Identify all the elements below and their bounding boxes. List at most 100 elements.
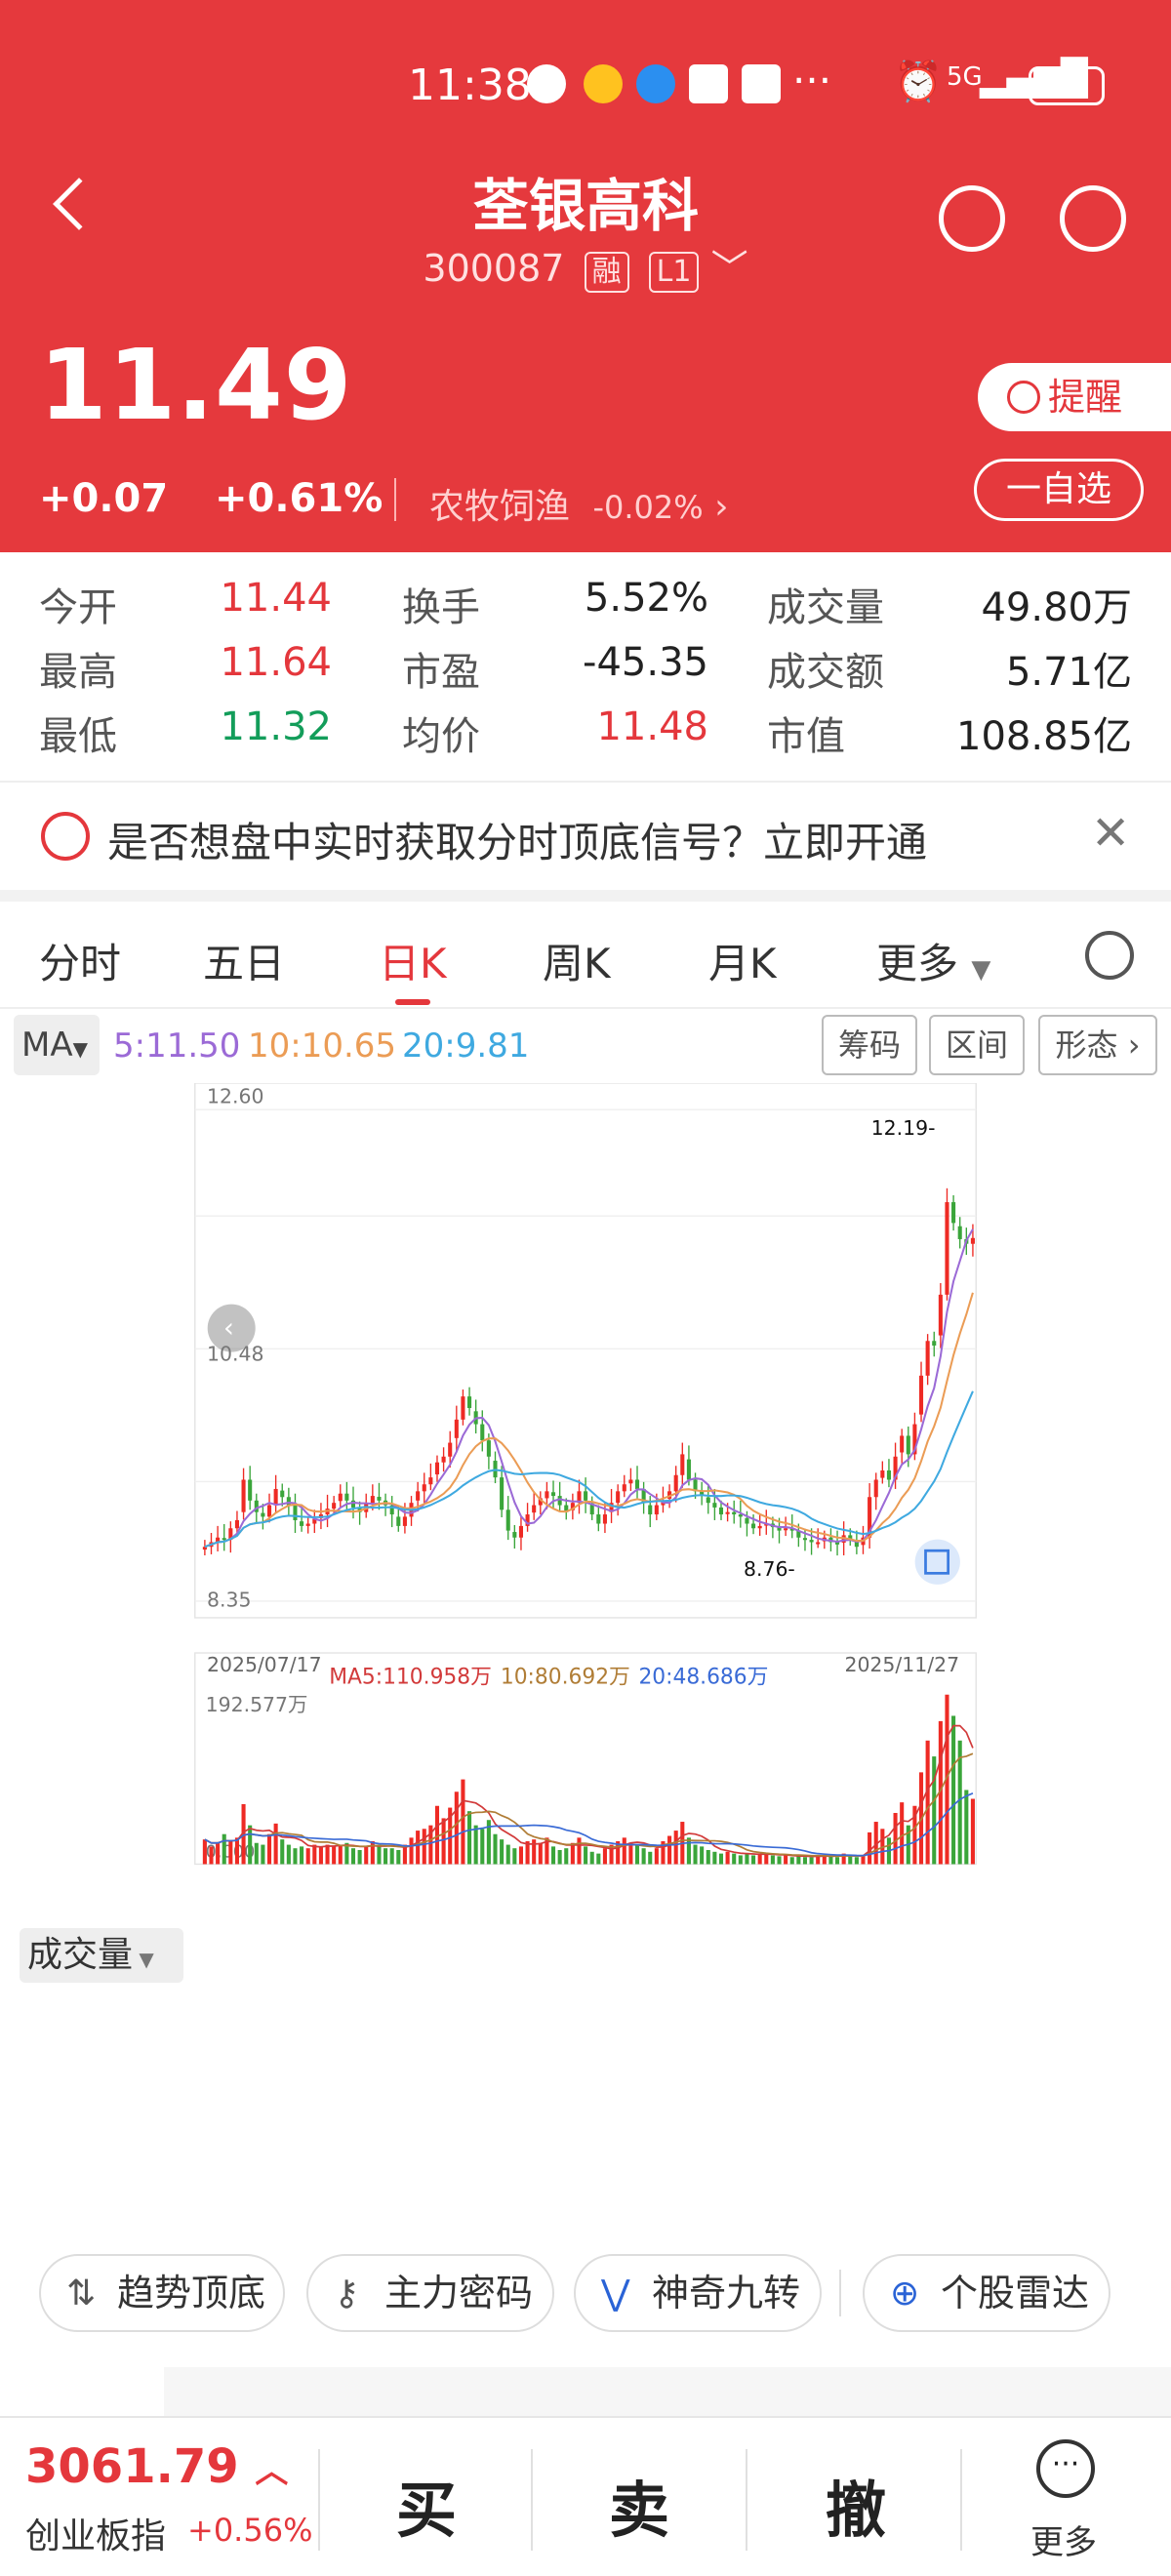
volume-bar (757, 1853, 762, 1865)
battery-icon: 76 (1029, 66, 1105, 105)
candle-body (938, 1294, 943, 1336)
candle-body (757, 1525, 762, 1529)
stat-label: 成交量 (767, 585, 884, 630)
candle-body (616, 1491, 621, 1504)
signal-banner[interactable]: 是否想盘中实时获取分时顶底信号？立即开通 ✕ (0, 781, 1171, 888)
candle-body (906, 1435, 910, 1455)
stock-radar-button[interactable]: ⊕ 个股雷达 (863, 2254, 1110, 2332)
candle-body (280, 1490, 285, 1498)
candle-body (680, 1454, 685, 1475)
volume-indicator-selector[interactable]: 成交量 ▼ (20, 1928, 183, 1983)
stock-code: 300087 (423, 247, 565, 290)
search-icon[interactable] (1060, 185, 1126, 252)
candle-body (686, 1459, 691, 1480)
refresh-icon[interactable] (939, 185, 1005, 252)
volume-bar (686, 1837, 691, 1865)
tab-five-day[interactable]: 五日 (203, 931, 285, 990)
cancel-order-button[interactable]: 撤 (826, 2461, 886, 2549)
candle-body (532, 1505, 537, 1513)
candle-body (725, 1511, 730, 1514)
more-icon[interactable]: ··· (1036, 2439, 1095, 2498)
range-button[interactable]: 区间 (929, 1015, 1025, 1075)
watchlist-button[interactable]: 一自选 (974, 459, 1144, 521)
candle-body (596, 1514, 601, 1524)
chip-distribution-button[interactable]: 筹码 (822, 1015, 917, 1075)
volume-bar (248, 1825, 253, 1865)
volume-bar (286, 1844, 291, 1865)
indicator-label: MA (21, 1026, 73, 1065)
tab-more[interactable]: 更多 ▼ (876, 931, 990, 990)
volume-bar (648, 1851, 653, 1865)
candle-body (622, 1484, 626, 1492)
volume-bar (745, 1853, 749, 1865)
section-gap (0, 890, 1171, 902)
candle-body (945, 1202, 949, 1295)
magic-nine-button[interactable]: ⋁ 神奇九转 (574, 2254, 822, 2332)
volume-bar (280, 1839, 285, 1865)
candle-body (500, 1477, 505, 1510)
chevron-right-icon: › (714, 487, 729, 527)
candle-body (918, 1375, 924, 1415)
close-icon[interactable]: ✕ (1091, 806, 1130, 861)
candle-body (602, 1514, 607, 1524)
x-axis-label: 2025/11/27 (844, 1653, 959, 1676)
tab-intraday[interactable]: 分时 (39, 931, 121, 990)
volume-bar (557, 1849, 562, 1865)
volume-bar (693, 1844, 698, 1865)
tab-monthly-k[interactable]: 月K (708, 931, 777, 990)
book-icon (742, 64, 781, 103)
remind-button[interactable]: 提醒 (978, 363, 1171, 431)
pattern-button[interactable]: 形态 › (1038, 1015, 1157, 1075)
volume-bar (777, 1856, 782, 1865)
candle-body (273, 1488, 278, 1506)
chart-settings-icon[interactable] (1085, 931, 1134, 980)
feature-divider (839, 2270, 841, 2316)
main-force-code-button[interactable]: ⚷ 主力密码 (306, 2254, 554, 2332)
up-arrow-icon: ︿ (255, 2452, 289, 2491)
candle-body (745, 1517, 749, 1524)
sector-link[interactable]: 农牧饲渔 -0.02% › (429, 478, 729, 529)
weibo-icon (584, 64, 623, 103)
stock-code-row[interactable]: 300087 融 L1 ﹀ (0, 238, 1171, 293)
candle-body (248, 1479, 253, 1501)
candle-body (370, 1496, 375, 1504)
stat-value: 108.85亿 (956, 714, 1132, 759)
tab-daily-k[interactable]: 日K (379, 931, 447, 990)
candle-body (518, 1525, 523, 1538)
stat-label: 成交额 (767, 650, 884, 695)
volume-bar (564, 1848, 569, 1865)
buy-button[interactable]: 买 (396, 2461, 457, 2549)
volume-bar (584, 1846, 588, 1865)
candle-body (900, 1435, 905, 1453)
volume-bar (234, 1837, 239, 1865)
volume-bar (318, 1846, 323, 1865)
volume-bar (202, 1839, 207, 1865)
volume-bar (802, 1857, 808, 1865)
volume-bar (725, 1851, 730, 1865)
ma10-line (204, 1292, 974, 1549)
stat-value: -45.35 (583, 640, 708, 685)
kline-chart[interactable]: 12.6010.488.3512.19-8.76-‹2025/07/17 2025… (0, 1083, 1171, 1873)
candle-body (648, 1505, 653, 1515)
stat-value: 11.32 (220, 704, 332, 749)
tab-weekly-k[interactable]: 周K (543, 931, 611, 990)
candle-body (873, 1479, 878, 1498)
candle-body (932, 1341, 937, 1347)
trend-top-bottom-button[interactable]: ⇅ 趋势顶底 (39, 2254, 285, 2332)
volume-bar (925, 1740, 930, 1865)
sell-button[interactable]: 卖 (609, 2461, 669, 2549)
indicator-selector[interactable]: MA▼ (14, 1015, 100, 1075)
chart-tabs: 分时 五日 日K 周K 月K 更多 ▼ (0, 902, 1171, 1009)
volume-bar (350, 1848, 356, 1865)
volume-bar (266, 1833, 272, 1865)
candle-body (402, 1516, 407, 1526)
alarm-icon: ⏰ (894, 60, 943, 104)
caret-down-icon: ▼ (72, 1037, 88, 1061)
sector-change: -0.02% (592, 489, 704, 526)
index-value[interactable]: 3061.79 ︿ (25, 2439, 288, 2494)
volume-bar (667, 1835, 672, 1865)
separator (531, 2449, 533, 2551)
volume-bar (964, 1790, 969, 1865)
candle-body (261, 1512, 265, 1517)
low-price-label: 8.76- (744, 1557, 795, 1581)
